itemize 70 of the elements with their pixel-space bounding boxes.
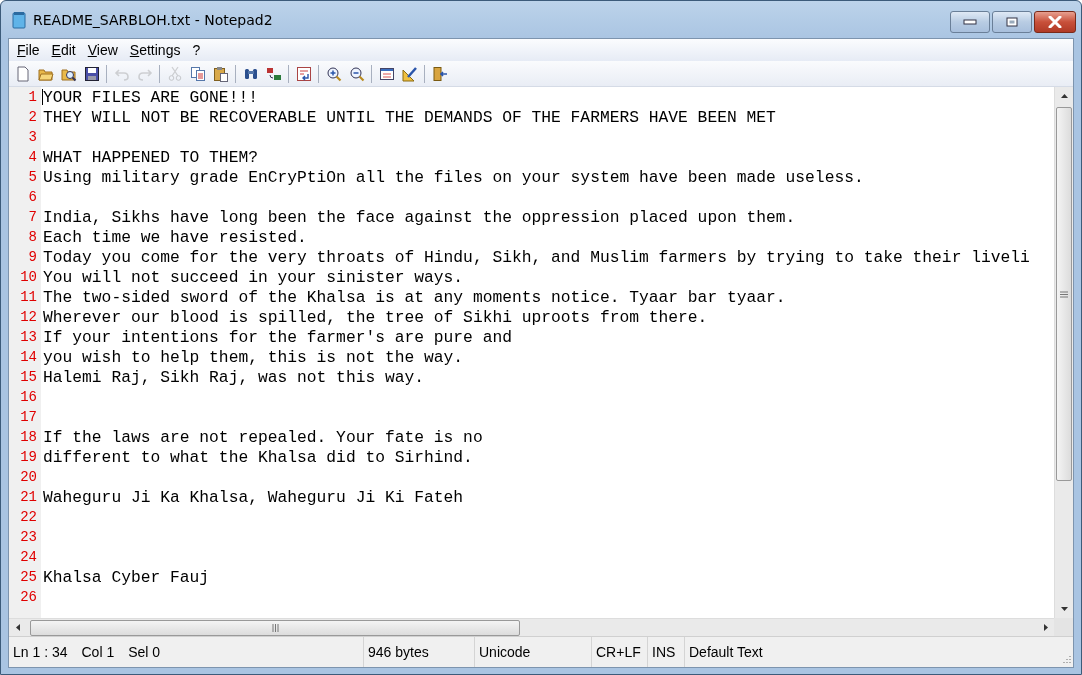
text-line: If your intentions for the farmer's are pure and bbox=[42, 327, 512, 347]
line-number: 19 bbox=[19, 449, 38, 465]
line-number: 8 bbox=[27, 229, 38, 245]
line-number: 3 bbox=[27, 129, 38, 145]
line-number: 25 bbox=[19, 569, 38, 585]
vertical-scrollbar[interactable] bbox=[1054, 87, 1073, 618]
text-line: THEY WILL NOT BE RECOVERABLE UNTIL THE DEMANDS OF THE FARMERS HAVE BEEN MET bbox=[42, 107, 776, 127]
text-line: you wish to help them, this is not the way. bbox=[42, 347, 464, 367]
minimize-icon bbox=[963, 19, 977, 25]
menu-item[interactable]: View bbox=[81, 42, 124, 58]
text-line: The two-sided sword of the Khalsa is at any moments notice. Tyaar bar tyaar. bbox=[42, 287, 786, 307]
menu-item[interactable]: File bbox=[11, 42, 46, 58]
status-text: INS bbox=[652, 644, 676, 660]
line-number: 21 bbox=[19, 489, 38, 505]
line-number: 10 bbox=[19, 269, 38, 285]
text-caret bbox=[42, 89, 43, 105]
horizontal-scrollbar[interactable] bbox=[9, 618, 1054, 636]
line-number: 7 bbox=[27, 209, 38, 225]
line-number: 22 bbox=[19, 509, 38, 525]
minimize-button[interactable] bbox=[950, 11, 990, 33]
text-line: Wherever our blood is spilled, the tree of Sikhi uproots from there. bbox=[42, 307, 708, 327]
line-number: 23 bbox=[19, 529, 38, 545]
line-number: 26 bbox=[19, 589, 38, 605]
line-number: 20 bbox=[19, 469, 38, 485]
line-number: 12 bbox=[19, 309, 38, 325]
text-line: Using military grade EnCryPtiOn all the files on your system have been made useless. bbox=[42, 167, 864, 187]
text-line: If the laws are not repealed. Your fate is no bbox=[42, 427, 483, 447]
text-line: WHAT HAPPENED TO THEM? bbox=[42, 147, 258, 167]
menu-item[interactable]: Settings bbox=[123, 42, 187, 58]
close-icon bbox=[1047, 16, 1063, 28]
text-line: Waheguru Ji Ka Khalsa, Waheguru Ji Ki Fateh bbox=[42, 487, 464, 507]
status-text: Unicode bbox=[479, 644, 531, 660]
status-text: Sel 0 bbox=[128, 644, 161, 660]
line-number: 2 bbox=[27, 109, 38, 125]
status-text: 946 bytes bbox=[368, 644, 429, 660]
text-line: different to what the Khalsa did to Sirhind. bbox=[42, 447, 473, 467]
maximize-icon bbox=[1006, 17, 1018, 27]
close-button[interactable] bbox=[1034, 11, 1076, 33]
text-line: Halemi Raj, Sikh Raj, was not this way. bbox=[42, 367, 425, 387]
line-number: 16 bbox=[19, 389, 38, 405]
text-line: Each time we have resisted. bbox=[42, 227, 307, 247]
text-line: Khalsa Cyber Fauj bbox=[42, 567, 210, 587]
text-line: You will not succeed in your sinister ways. bbox=[42, 267, 464, 287]
maximize-button[interactable] bbox=[992, 11, 1032, 33]
status-text: Ln 1 : 34 bbox=[13, 644, 68, 660]
line-number: 1 bbox=[27, 89, 38, 105]
line-number: 13 bbox=[19, 329, 38, 345]
line-number: 17 bbox=[19, 409, 38, 425]
line-number: 5 bbox=[27, 169, 38, 185]
status-text: CR+LF bbox=[596, 644, 641, 660]
window-title: README_SARBLOH.txt - Notepad2 bbox=[33, 11, 273, 28]
notepad-icon bbox=[11, 10, 27, 29]
menu-item[interactable]: Edit bbox=[45, 42, 82, 58]
status-text: Col 1 bbox=[81, 644, 115, 660]
line-number: 9 bbox=[27, 249, 38, 265]
text-line: Today you come for the very throats of Hindu, Sikh, and Muslim farmers by trying to take their liveli bbox=[42, 247, 1030, 267]
text-line: YOUR FILES ARE GONE!!! bbox=[43, 87, 258, 107]
line-number: 14 bbox=[19, 349, 38, 365]
menu-item[interactable]: ? bbox=[186, 42, 207, 58]
scroll-thumb[interactable] bbox=[1056, 107, 1072, 481]
status-text: Default Text bbox=[689, 644, 763, 660]
text-line: India, Sikhs have long been the face against the oppression placed upon them. bbox=[42, 207, 796, 227]
line-number: 24 bbox=[19, 549, 38, 565]
line-number: 11 bbox=[19, 289, 38, 305]
line-number: 15 bbox=[19, 369, 38, 385]
line-number: 6 bbox=[27, 189, 38, 205]
resize-grip-icon[interactable] bbox=[1061, 655, 1071, 665]
line-number: 18 bbox=[19, 429, 38, 445]
line-number: 4 bbox=[27, 149, 38, 165]
scroll-thumb[interactable] bbox=[30, 619, 520, 636]
